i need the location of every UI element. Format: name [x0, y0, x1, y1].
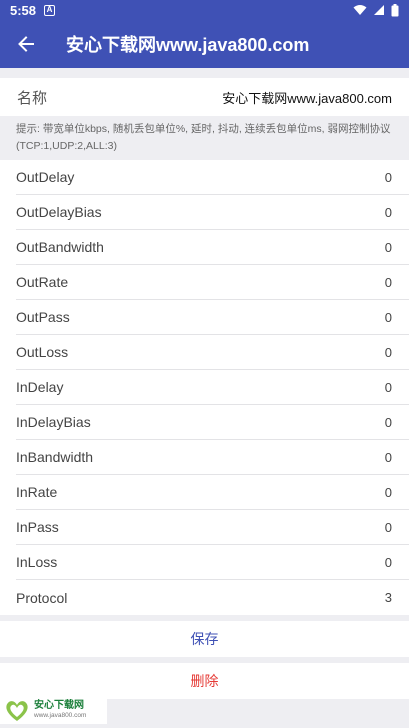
- name-label: 名称: [17, 89, 48, 107]
- arrow-back-icon: [18, 36, 34, 52]
- status-bar: 5:58 A: [0, 0, 409, 20]
- param-name: InDelay: [16, 379, 64, 395]
- param-row-protocol[interactable]: Protocol 3: [16, 580, 409, 615]
- param-name: InPass: [16, 519, 59, 535]
- back-button[interactable]: [0, 20, 52, 68]
- param-value[interactable]: 0: [385, 345, 392, 360]
- param-row-outpass[interactable]: OutPass 0: [16, 300, 409, 335]
- param-name: InBandwidth: [16, 449, 94, 465]
- param-value[interactable]: 0: [385, 310, 392, 325]
- battery-icon: [391, 3, 399, 16]
- param-name: OutRate: [16, 274, 69, 290]
- param-row-outrate[interactable]: OutRate 0: [16, 265, 409, 300]
- param-name: InDelayBias: [16, 414, 91, 430]
- param-row-outbandwidth[interactable]: OutBandwidth 0: [16, 230, 409, 265]
- param-value[interactable]: 0: [385, 205, 392, 220]
- param-name: Protocol: [16, 589, 68, 606]
- param-name: InLoss: [16, 554, 58, 570]
- app-bar: 安心下载网www.java800.com: [0, 20, 409, 68]
- param-name: OutPass: [16, 309, 70, 325]
- param-value[interactable]: 0: [385, 240, 392, 255]
- param-row-indelaybias[interactable]: InDelayBias 0: [16, 405, 409, 440]
- name-value[interactable]: 安心下载网www.java800.com: [222, 88, 392, 107]
- param-row-inrate[interactable]: InRate 0: [16, 475, 409, 510]
- param-value[interactable]: 0: [385, 485, 392, 500]
- param-value[interactable]: 0: [385, 380, 392, 395]
- delete-button[interactable]: 删除: [0, 663, 409, 699]
- hint-text: 提示: 带宽单位kbps, 随机丢包单位%, 延时, 抖动, 连续丢包单位ms,…: [16, 123, 391, 152]
- param-value[interactable]: 0: [385, 170, 392, 185]
- param-name: InRate: [16, 484, 58, 500]
- param-row-outdelay[interactable]: OutDelay 0: [16, 160, 409, 195]
- param-value[interactable]: 0: [385, 275, 392, 290]
- param-value[interactable]: 0: [385, 555, 392, 570]
- signal-icon: [374, 5, 384, 15]
- watermark-url: www.java800.com: [34, 712, 87, 720]
- param-value[interactable]: 0: [385, 520, 392, 535]
- param-row-inpass[interactable]: InPass 0: [16, 510, 409, 545]
- param-name: OutDelayBias: [16, 204, 102, 220]
- param-row-inloss[interactable]: InLoss 0: [16, 545, 409, 580]
- param-row-indelay[interactable]: InDelay 0: [16, 370, 409, 405]
- save-button[interactable]: 保存: [0, 621, 409, 657]
- name-field-row[interactable]: 名称 安心下载网www.java800.com: [0, 78, 409, 116]
- param-row-inbandwidth[interactable]: InBandwidth 0: [16, 440, 409, 475]
- page-title: 安心下载网www.java800.com: [66, 35, 310, 55]
- watermark-title: 安心下载网: [34, 700, 84, 712]
- param-name: OutDelay: [16, 169, 75, 185]
- wifi-icon: [353, 5, 367, 15]
- heart-logo-icon: [6, 700, 28, 721]
- param-value[interactable]: 0: [385, 415, 392, 430]
- param-row-outdelaybias[interactable]: OutDelayBias 0: [16, 195, 409, 230]
- watermark: 安心下载网 www.java800.com: [0, 697, 107, 724]
- status-time: 5:58: [10, 2, 37, 18]
- param-value[interactable]: 0: [385, 450, 392, 465]
- notification-icon: A: [44, 4, 56, 16]
- param-list: OutDelay 0 OutDelayBias 0 OutBandwidth 0…: [0, 160, 409, 615]
- param-value[interactable]: 3: [385, 590, 392, 605]
- param-name: OutBandwidth: [16, 239, 104, 255]
- param-row-outloss[interactable]: OutLoss 0: [16, 335, 409, 370]
- param-name: OutLoss: [16, 344, 69, 360]
